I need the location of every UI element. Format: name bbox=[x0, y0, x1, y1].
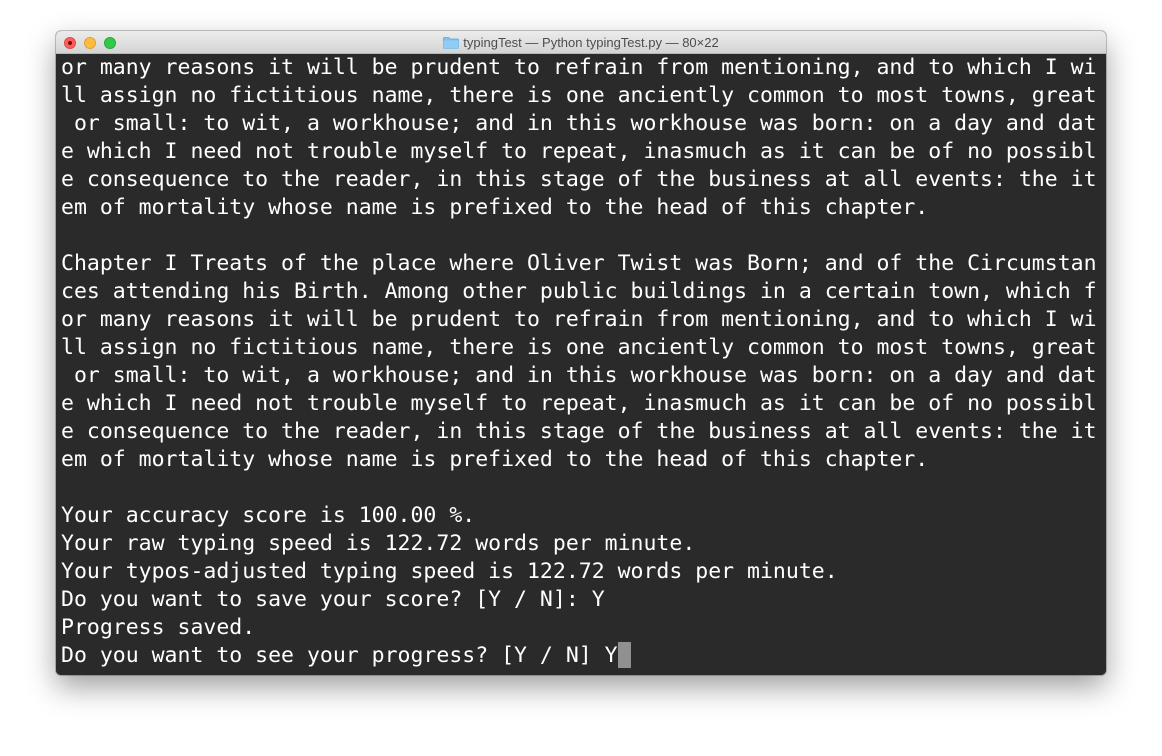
terminal-line: or small: to wit, a workhouse; and in th… bbox=[61, 111, 1097, 136]
folder-icon bbox=[443, 36, 460, 49]
terminal-line: ll assign no fictitious name, there is o… bbox=[61, 83, 1097, 108]
terminal-line: ll assign no fictitious name, there is o… bbox=[61, 335, 1097, 360]
terminal-line: em of mortality whose name is prefixed t… bbox=[61, 447, 929, 472]
window-title-area: typingTest — Python typingTest.py — 80×2… bbox=[56, 31, 1106, 54]
window-title: typingTest — Python typingTest.py — 80×2… bbox=[463, 35, 719, 50]
terminal-prompt-text: Do you want to see your progress? [Y / N… bbox=[61, 643, 618, 668]
terminal-line: Your accuracy score is 100.00 %. bbox=[61, 503, 476, 528]
terminal-line: em of mortality whose name is prefixed t… bbox=[61, 195, 929, 220]
terminal-line: Your raw typing speed is 122.72 words pe… bbox=[61, 531, 696, 556]
terminal-line: e consequence to the reader, in this sta… bbox=[61, 167, 1097, 192]
text-cursor bbox=[617, 642, 631, 668]
terminal-line: e which I need not trouble myself to rep… bbox=[61, 139, 1097, 164]
terminal-output[interactable]: or many reasons it will be prudent to re… bbox=[56, 54, 1106, 675]
terminal-line: ces attending his Birth. Among other pub… bbox=[61, 279, 1097, 304]
terminal-line: e consequence to the reader, in this sta… bbox=[61, 419, 1097, 444]
title-bar[interactable]: typingTest — Python typingTest.py — 80×2… bbox=[56, 31, 1106, 54]
terminal-line: or many reasons it will be prudent to re… bbox=[61, 307, 1097, 332]
terminal-prompt-line: Do you want to see your progress? [Y / N… bbox=[61, 642, 1106, 670]
terminal-line: Chapter I Treats of the place where Oliv… bbox=[61, 251, 1097, 276]
terminal-line: e which I need not trouble myself to rep… bbox=[61, 391, 1097, 416]
terminal-line: or many reasons it will be prudent to re… bbox=[61, 55, 1097, 80]
terminal-line: Progress saved. bbox=[61, 615, 256, 640]
terminal-line: Do you want to save your score? [Y / N]:… bbox=[61, 587, 605, 612]
terminal-window: typingTest — Python typingTest.py — 80×2… bbox=[56, 31, 1106, 675]
terminal-line: or small: to wit, a workhouse; and in th… bbox=[61, 363, 1097, 388]
terminal-line: Your typos-adjusted typing speed is 122.… bbox=[61, 559, 838, 584]
